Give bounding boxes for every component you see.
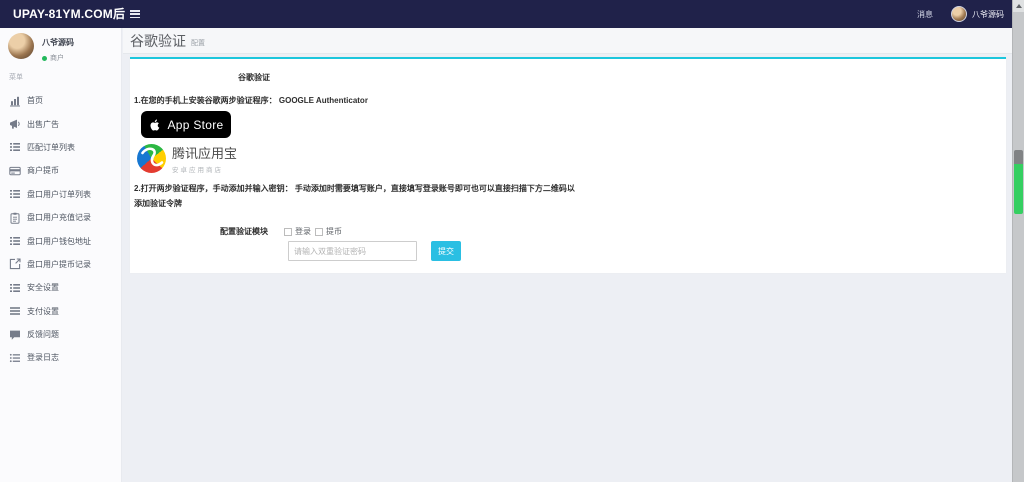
- sidebar-item-label: 首页: [27, 96, 43, 106]
- chart-icon: [9, 95, 21, 107]
- appstore-label: App Store: [167, 117, 224, 132]
- module-checkbox-group: 登录 提币: [284, 226, 346, 237]
- app-logo: UPAY-81YM.COM后: [13, 7, 126, 21]
- sidebar-item-label: 反馈问题: [27, 330, 59, 340]
- scroll-up-arrow-icon[interactable]: [1013, 0, 1024, 12]
- sidebar-item-label: 出售广告: [27, 119, 59, 129]
- double-verify-password-input[interactable]: [288, 241, 417, 261]
- tencent-myapp-icon: [137, 144, 166, 173]
- sidebar-item-label: 支付设置: [27, 306, 59, 316]
- sidebar-item-8[interactable]: 盘口用户提币记录: [0, 253, 121, 276]
- sidebar-item-5[interactable]: 盘口用户订单列表: [0, 183, 121, 206]
- scrollbar-track[interactable]: [1012, 0, 1024, 482]
- step2-text: 2.打开两步验证程序，手动添加并输入密钥： 手动添加时需要填写账户，直接填写登录…: [134, 184, 575, 208]
- topbar: UPAY-81YM.COM后 消息 八爷源码: [0, 0, 1012, 28]
- sidebar-item-label: 登录日志: [27, 353, 59, 363]
- sidebar-menu: 首页出售广告匹配订单列表 商户提币盘口用户订单列表 盘口用户充值记录 盘口用户钱包地址…: [0, 89, 121, 370]
- withdraw-checkbox[interactable]: [315, 227, 323, 236]
- google-auth-card: 谷歌验证 1.在您的手机上安装谷歌两步验证程序： GOOGLE Authenti…: [130, 57, 1006, 273]
- topbar-right: 消息 八爷源码: [917, 0, 1004, 28]
- sidebar-item-10[interactable]: 支付设置: [0, 300, 121, 323]
- sidebar: 八爷源码 商户 菜单 首页出售广告匹配订单列表 商户提币盘口用户订单列表 盘口用户充…: [0, 28, 122, 482]
- user-menu[interactable]: 八爷源码: [951, 6, 1004, 22]
- menu-section-label: 菜单: [9, 74, 23, 81]
- card-title: 谷歌验证: [238, 73, 270, 82]
- app-store-badge[interactable]: App Store: [141, 111, 231, 138]
- avatar: [951, 6, 967, 22]
- sidebar-item-label: 盘口用户充值记录: [27, 213, 91, 223]
- module-config-row: 配置验证模块 登录 提币: [130, 226, 346, 237]
- clipboard-icon: [9, 212, 21, 224]
- sidebar-item-label: 盘口用户订单列表: [27, 189, 91, 199]
- profile-block: 八爷源码 商户: [8, 33, 74, 63]
- avatar[interactable]: [8, 33, 34, 59]
- module-config-label: 配置验证模块: [220, 227, 268, 236]
- list-icon: [9, 235, 21, 247]
- menu-icon: [9, 305, 21, 317]
- messages-link[interactable]: 消息: [917, 9, 933, 20]
- page-header: 谷歌验证 配置: [123, 28, 1012, 54]
- withdraw-checkbox-label: 提币: [326, 227, 342, 236]
- sidebar-item-label: 安全设置: [27, 283, 59, 293]
- topbar-username: 八爷源码: [972, 9, 1004, 19]
- sidebar-item-12[interactable]: 登录日志: [0, 346, 121, 369]
- submit-button[interactable]: 提交: [431, 241, 461, 261]
- list-icon: [9, 141, 21, 153]
- sidebar-item-label: 盘口用户提币记录: [27, 259, 91, 269]
- apple-icon: [150, 119, 160, 130]
- sidebar-item-3[interactable]: 匹配订单列表: [0, 136, 121, 159]
- login-checkbox[interactable]: [284, 227, 292, 236]
- card-icon: [9, 165, 21, 177]
- password-row: 提交: [288, 241, 461, 261]
- list-icon: [9, 188, 21, 200]
- external-link-icon: [9, 258, 21, 270]
- tencent-myapp-badge[interactable]: 腾讯应用宝 安卓应用商店: [137, 143, 237, 174]
- sidebar-item-9[interactable]: 安全设置: [0, 276, 121, 299]
- sidebar-item-label: 商户提币: [27, 166, 59, 176]
- sidebar-item-6[interactable]: 盘口用户充值记录: [0, 206, 121, 229]
- sidebar-item-11[interactable]: 反馈问题: [0, 323, 121, 346]
- sidebar-item-1[interactable]: 首页: [0, 89, 121, 112]
- sidebar-item-label: 匹配订单列表: [27, 142, 75, 152]
- list-icon: [9, 282, 21, 294]
- log-icon: [9, 352, 21, 364]
- sidebar-item-4[interactable]: 商户提币: [0, 159, 121, 182]
- comment-icon: [9, 329, 21, 341]
- profile-role: 商户: [50, 55, 64, 62]
- sidebar-item-label: 盘口用户钱包地址: [27, 236, 91, 246]
- sidebar-item-2[interactable]: 出售广告: [0, 112, 121, 135]
- main-content: 谷歌验证 配置 谷歌验证 1.在您的手机上安装谷歌两步验证程序： GOOGLE …: [123, 28, 1012, 482]
- online-status-dot: [42, 55, 47, 61]
- menu-toggle-icon[interactable]: [130, 10, 140, 18]
- sidebar-item-7[interactable]: 盘口用户钱包地址: [0, 229, 121, 252]
- tencent-subtitle: 安卓应用商店: [172, 167, 223, 174]
- page-subtitle: 配置: [191, 39, 205, 47]
- scrollbar-thumb[interactable]: [1014, 150, 1023, 214]
- login-checkbox-label: 登录: [295, 227, 311, 236]
- megaphone-icon: [9, 118, 21, 130]
- profile-name: 八爷源码: [42, 38, 74, 47]
- step1-text: 1.在您的手机上安装谷歌两步验证程序： GOOGLE Authenticator: [134, 96, 368, 105]
- tencent-name: 腾讯应用宝: [172, 146, 238, 161]
- page-title: 谷歌验证: [130, 32, 186, 49]
